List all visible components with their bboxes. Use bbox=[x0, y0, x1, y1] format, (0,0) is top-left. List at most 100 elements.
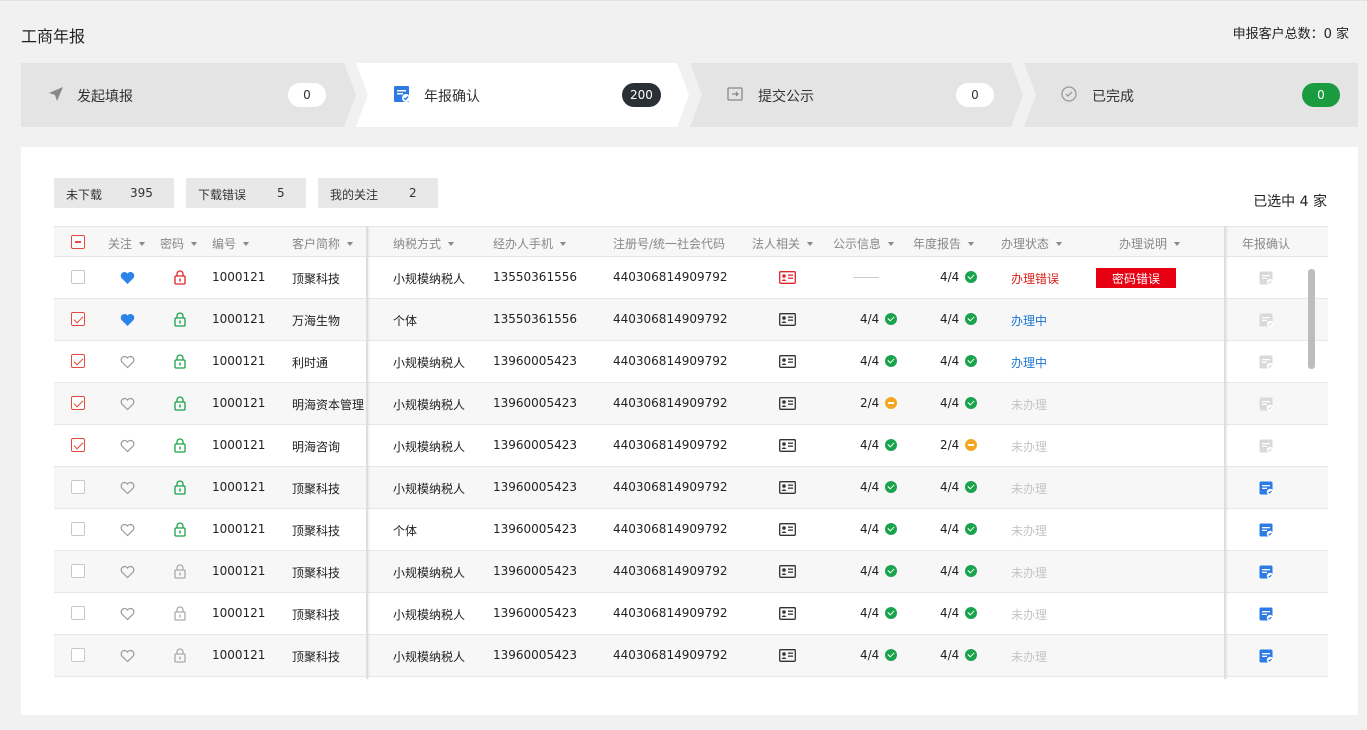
processing-status[interactable]: 办理中 bbox=[1011, 312, 1047, 329]
id-card-icon[interactable] bbox=[779, 439, 796, 452]
lock-icon[interactable] bbox=[173, 312, 187, 327]
report-confirm-icon[interactable] bbox=[1259, 523, 1274, 538]
report-confirm-icon[interactable] bbox=[1259, 439, 1274, 454]
report-confirm-icon[interactable] bbox=[1259, 271, 1274, 286]
id-card-icon[interactable] bbox=[779, 271, 796, 284]
registration-number: 440306814909792 bbox=[613, 564, 728, 578]
report-confirm-icon[interactable] bbox=[1259, 313, 1274, 328]
column-legal[interactable]: 法人相关 bbox=[752, 235, 814, 252]
row-checkbox[interactable] bbox=[71, 564, 85, 578]
heart-outline-icon[interactable] bbox=[120, 355, 135, 369]
id-card-icon[interactable] bbox=[779, 523, 796, 536]
check-circle-icon bbox=[965, 649, 978, 661]
table-row[interactable]: 1000121 顶聚科技 小规模纳税人 13550361556 440306814909… bbox=[54, 257, 1328, 299]
row-checkbox[interactable] bbox=[71, 522, 85, 536]
step-submit[interactable]: 提交公示 0 bbox=[702, 63, 1012, 127]
id-card-icon[interactable] bbox=[779, 565, 796, 578]
registration-number: 440306814909792 bbox=[613, 270, 728, 284]
customer-name: 明海咨询 bbox=[292, 440, 341, 454]
heart-outline-icon[interactable] bbox=[120, 565, 135, 579]
heart-outline-icon[interactable] bbox=[120, 397, 135, 411]
row-checkbox[interactable] bbox=[71, 354, 85, 368]
heart-outline-icon[interactable] bbox=[120, 481, 135, 495]
table-row[interactable]: 1000121 顶聚科技 小规模纳税人 13960005423 440306814909… bbox=[54, 551, 1328, 593]
report-confirm-icon[interactable] bbox=[1259, 397, 1274, 412]
step-confirm[interactable]: 年报确认 200 bbox=[368, 63, 678, 127]
lock-icon[interactable] bbox=[173, 522, 187, 537]
registration-number: 440306814909792 bbox=[613, 354, 728, 368]
id-card-icon[interactable] bbox=[779, 649, 796, 662]
lock-icon[interactable] bbox=[173, 480, 187, 495]
heart-outline-icon[interactable] bbox=[120, 649, 135, 663]
heart-filled-icon[interactable] bbox=[120, 271, 135, 285]
column-phone[interactable]: 经办人手机 bbox=[493, 235, 567, 252]
column-public[interactable]: 公示信息 bbox=[833, 235, 895, 252]
table-row[interactable]: 1000121 明海咨询 小规模纳税人 13960005423 440306814909… bbox=[54, 425, 1328, 467]
column-name[interactable]: 客户简称 bbox=[292, 235, 354, 252]
step-completed[interactable]: 已完成 0 bbox=[1036, 63, 1358, 127]
table-row[interactable]: 1000121 万海生物 个体 13550361556 440306814909792 4… bbox=[54, 299, 1328, 341]
column-password[interactable]: 密码 bbox=[160, 235, 198, 252]
table-row[interactable]: 1000121 顶聚科技 小规模纳税人 13960005423 440306814909… bbox=[54, 593, 1328, 635]
lock-icon[interactable] bbox=[173, 270, 187, 285]
id-card-icon[interactable] bbox=[779, 397, 796, 410]
column-tax[interactable]: 纳税方式 bbox=[393, 235, 455, 252]
lock-icon[interactable] bbox=[173, 354, 187, 369]
customer-name: 利时通 bbox=[292, 356, 329, 370]
heart-outline-icon[interactable] bbox=[120, 439, 135, 453]
report-confirm-icon[interactable] bbox=[1259, 565, 1274, 580]
table-row[interactable]: 1000121 利时通 小规模纳税人 13960005423 4403068149097… bbox=[54, 341, 1328, 383]
row-checkbox[interactable] bbox=[71, 648, 85, 662]
table-row[interactable]: 1000121 顶聚科技 小规模纳税人 13960005423 440306814909… bbox=[54, 467, 1328, 509]
row-checkbox[interactable] bbox=[71, 270, 85, 284]
id-card-icon[interactable] bbox=[779, 355, 796, 368]
lock-icon[interactable] bbox=[173, 564, 187, 579]
table-row[interactable]: 1000121 顶聚科技 小规模纳税人 13960005423 440306814909… bbox=[54, 635, 1328, 677]
customer-name: 顶聚科技 bbox=[292, 566, 341, 580]
row-checkbox[interactable] bbox=[71, 606, 85, 620]
warning-circle-icon bbox=[885, 397, 898, 409]
report-confirm-icon[interactable] bbox=[1259, 481, 1274, 496]
filter-my-follow[interactable]: 我的关注 2 bbox=[318, 178, 438, 208]
column-follow[interactable]: 关注 bbox=[108, 235, 146, 252]
vertical-scrollbar[interactable] bbox=[1308, 269, 1315, 369]
report-confirm-icon[interactable] bbox=[1259, 607, 1274, 622]
column-status[interactable]: 办理状态 bbox=[1001, 235, 1063, 252]
app-window: 工商年报 申报客户总数：0 家 发起填报 0 年报确认 200 提交公示 0 已… bbox=[0, 0, 1367, 730]
lock-icon[interactable] bbox=[173, 396, 187, 411]
lock-icon[interactable] bbox=[173, 648, 187, 663]
filter-download-error[interactable]: 下载错误 5 bbox=[186, 178, 306, 208]
lock-icon[interactable] bbox=[173, 438, 187, 453]
check-circle-icon bbox=[885, 313, 898, 325]
heart-outline-icon[interactable] bbox=[120, 607, 135, 621]
lock-icon[interactable] bbox=[173, 606, 187, 621]
heart-outline-icon[interactable] bbox=[120, 523, 135, 537]
row-checkbox[interactable] bbox=[71, 312, 85, 326]
id-card-icon[interactable] bbox=[779, 607, 796, 620]
row-checkbox[interactable] bbox=[71, 438, 85, 452]
operator-phone: 13960005423 bbox=[493, 480, 577, 494]
processing-status[interactable]: 办理中 bbox=[1011, 354, 1047, 371]
annual-report: 4/4 bbox=[940, 522, 978, 536]
column-annual[interactable]: 年度报告 bbox=[913, 235, 975, 252]
column-id[interactable]: 编号 bbox=[212, 235, 250, 252]
id-card-icon[interactable] bbox=[779, 481, 796, 494]
operator-phone: 13960005423 bbox=[493, 354, 577, 368]
report-confirm-icon[interactable] bbox=[1259, 649, 1274, 664]
step-initiate[interactable]: 发起填报 0 bbox=[21, 63, 344, 127]
column-note[interactable]: 办理说明 bbox=[1119, 235, 1181, 252]
filter-undownloaded[interactable]: 未下载 395 bbox=[54, 178, 174, 208]
table-row[interactable]: 1000121 明海资本管理 小规模纳税人 13960005423 4403068149… bbox=[54, 383, 1328, 425]
operator-phone: 13960005423 bbox=[493, 438, 577, 452]
table-row[interactable]: 1000121 顶聚科技 个体 13960005423 440306814909792 4… bbox=[54, 509, 1328, 551]
select-all-checkbox[interactable] bbox=[71, 235, 85, 249]
heart-filled-icon[interactable] bbox=[120, 313, 135, 327]
table-header: 关注 密码 编号 客户简称 纳税方式 经办人手机 注册号/统一社会代码 法人相关… bbox=[54, 227, 1328, 257]
row-checkbox[interactable] bbox=[71, 396, 85, 410]
id-card-icon[interactable] bbox=[779, 313, 796, 326]
processing-status[interactable]: 办理错误 bbox=[1011, 270, 1059, 287]
public-info: 4/4 bbox=[860, 648, 898, 662]
report-confirm-icon[interactable] bbox=[1259, 355, 1274, 370]
customer-name: 顶聚科技 bbox=[292, 272, 341, 286]
row-checkbox[interactable] bbox=[71, 480, 85, 494]
